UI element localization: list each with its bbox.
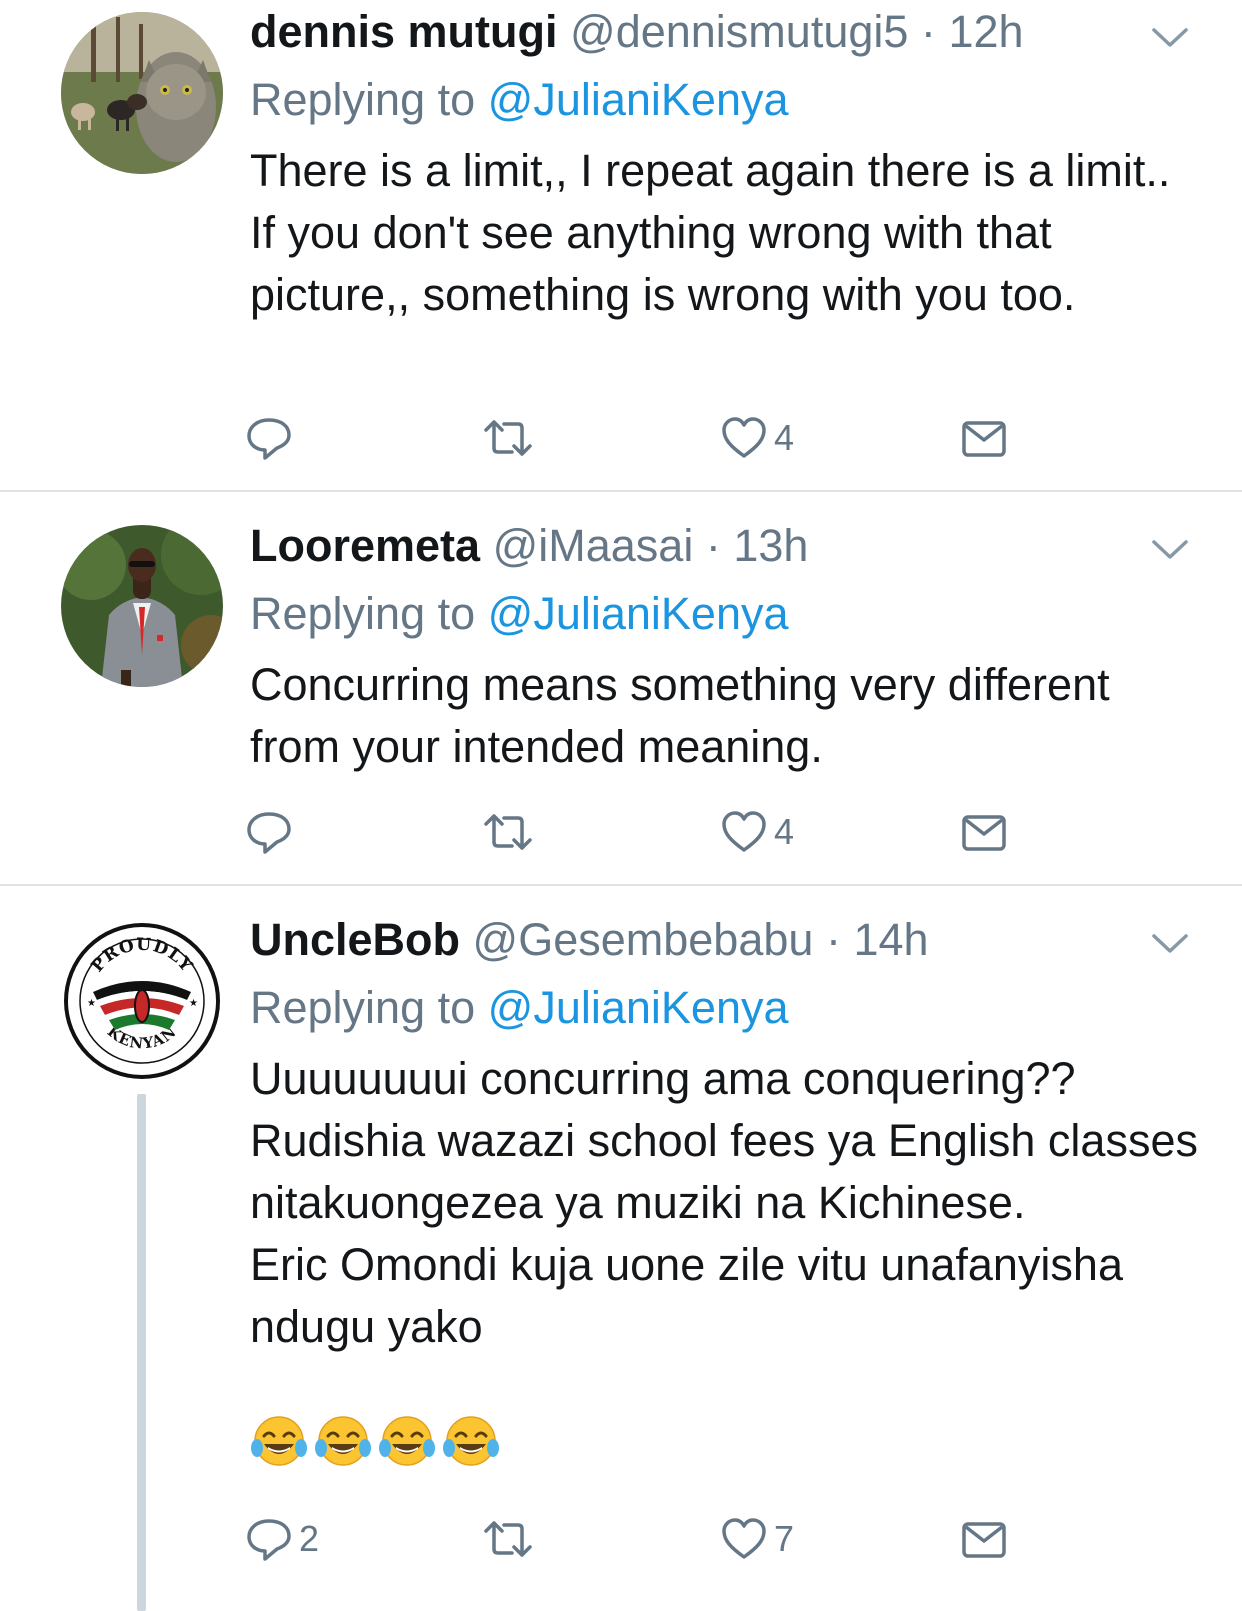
display-name[interactable]: dennis mutugi [250,6,558,57]
retweet-button[interactable] [480,410,542,466]
mention-link[interactable]: @JulianiKenya [488,982,789,1033]
like-count: 4 [774,417,795,458]
direct-message-button[interactable] [960,410,1008,466]
display-name[interactable]: Looremeta [250,520,480,571]
replying-to: Replying to @JulianiKenya [250,980,789,1036]
reply-icon [247,418,291,460]
tears-of-joy-emoji [251,1416,307,1466]
direct-message-button[interactable] [960,1511,1008,1567]
mention-link[interactable]: @JulianiKenya [488,74,789,125]
user-handle[interactable]: @dennismutugi5 [570,6,908,57]
timestamp[interactable]: 14h [853,914,928,965]
reply-count: 2 [299,1518,320,1559]
emoji-row [250,1414,500,1472]
tears-of-joy-emoji [315,1416,371,1466]
envelope-icon [962,421,1006,457]
tweet-paragraph: Rudishia wazazi school fees ya English c… [250,1115,1198,1228]
replying-prefix: Replying to [250,588,476,639]
retweet-icon [484,420,532,456]
avatar[interactable] [61,525,223,687]
like-count: 4 [774,811,795,852]
replying-to: Replying to @JulianiKenya [250,586,789,642]
tweet-text: Concurring means something very differen… [250,654,1200,778]
heart-icon [722,811,766,852]
man-in-suit-photo [61,525,223,687]
direct-message-button[interactable] [960,804,1008,860]
cat-and-dogs-photo [61,12,223,174]
separator-dot: · [920,6,936,57]
envelope-icon [962,815,1006,851]
separator-dot: · [705,520,721,571]
action-bar: 4 [0,804,1242,860]
tweet-text: There is a limit,, I repeat again there … [250,140,1200,326]
heart-icon [722,1518,766,1559]
svg-text:★: ★ [87,998,96,1009]
tweet[interactable]: dennis mutugi @dennismutugi5 · 12h Reply… [0,0,1242,490]
tweet-header: UncleBob @Gesembebabu · 14h [250,912,929,968]
reply-icon [247,812,291,854]
timestamp[interactable]: 12h [948,6,1023,57]
display-name[interactable]: UncleBob [250,914,460,965]
retweet-button[interactable] [480,804,542,860]
tweet-header: Looremeta @iMaasai · 13h [250,518,808,574]
reply-button[interactable]: 2 [245,1511,319,1567]
tweet[interactable]: PROUDLY KENYAN ★ ★ UncleBob @Gesembebabu… [0,886,1242,1611]
envelope-icon [962,1522,1006,1558]
replying-prefix: Replying to [250,74,476,125]
tweet[interactable]: Looremeta @iMaasai · 13h Replying to @Ju… [0,492,1242,884]
like-button[interactable]: 7 [720,1511,794,1567]
action-bar: 2 7 [0,1511,1242,1567]
replying-to: Replying to @JulianiKenya [250,72,789,128]
chevron-down-icon[interactable] [1150,932,1190,956]
retweet-button[interactable] [480,1511,542,1567]
reply-button[interactable] [245,410,299,466]
tweet-paragraph: Concurring means something very differen… [250,659,1110,772]
chevron-down-icon[interactable] [1150,26,1190,50]
avatar[interactable]: PROUDLY KENYAN ★ ★ [61,920,223,1082]
like-button[interactable]: 4 [720,410,794,466]
user-handle[interactable]: @iMaasai [493,520,694,571]
tears-of-joy-emoji [443,1416,499,1466]
tweet-paragraph: Uuuuuuuui concurring ama conquering?? [250,1053,1076,1104]
retweet-icon [484,814,532,850]
tweet-paragraph: There is a limit,, I repeat again there … [250,145,1171,320]
like-count: 7 [774,1518,795,1559]
action-bar: 4 [0,410,1242,466]
like-button[interactable]: 4 [720,804,794,860]
tears-of-joy-emoji [379,1416,435,1466]
tweet-paragraph: Eric Omondi kuja uone zile vitu unafanyi… [250,1239,1123,1352]
replying-prefix: Replying to [250,982,476,1033]
mention-link[interactable]: @JulianiKenya [488,588,789,639]
reply-icon [247,1519,291,1561]
timestamp[interactable]: 13h [733,520,808,571]
reply-button[interactable] [245,804,299,860]
proudly-kenyan-badge: PROUDLY KENYAN ★ ★ [62,921,222,1081]
avatar[interactable] [61,12,223,174]
heart-icon [722,417,766,458]
separator-dot: · [825,914,841,965]
user-handle[interactable]: @Gesembebabu [473,914,814,965]
retweet-icon [484,1521,532,1557]
tweet-header: dennis mutugi @dennismutugi5 · 12h [250,4,1024,60]
tweet-text: Uuuuuuuui concurring ama conquering?? Ru… [250,1048,1200,1358]
svg-text:★: ★ [189,998,198,1009]
chevron-down-icon[interactable] [1150,538,1190,562]
